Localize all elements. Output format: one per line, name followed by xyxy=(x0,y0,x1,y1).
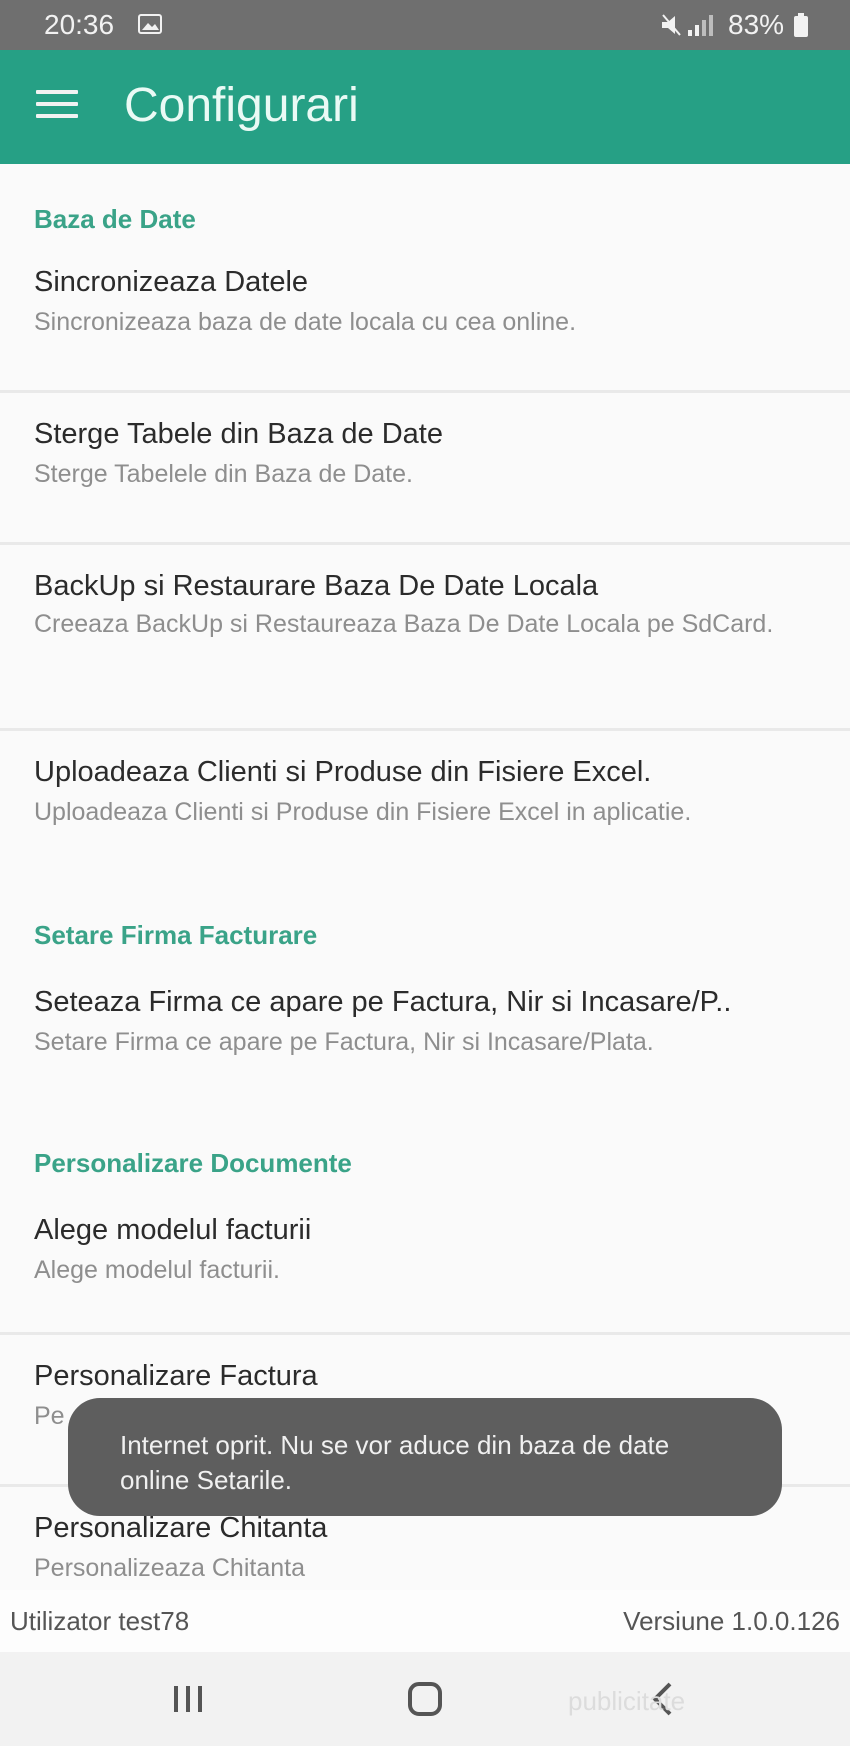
pref-invoice-model[interactable]: Alege modelul facturii Alege modelul fac… xyxy=(0,1204,850,1304)
app-bar: Configurari xyxy=(0,50,850,164)
battery-icon xyxy=(794,13,808,37)
battery-percentage: 83% xyxy=(728,9,785,40)
page-title: Configurari xyxy=(124,79,359,132)
pref-summary: Sincronizeaza baza de date locala cu cea… xyxy=(34,308,577,336)
settings-list[interactable]: Baza de Date Sincronizeaza Datele Sincro… xyxy=(0,164,850,1590)
pref-sync-data[interactable]: Sincronizeaza Datele Sincronizeaza baza … xyxy=(0,254,850,354)
home-icon[interactable] xyxy=(406,1680,444,1718)
section-header-company: Setare Firma Facturare xyxy=(34,920,318,950)
toast-message: Internet oprit. Nu se vor aduce din baza… xyxy=(68,1398,782,1516)
hamburger-menu-icon[interactable] xyxy=(36,90,78,124)
pref-title: BackUp si Restaurare Baza De Date Locala xyxy=(34,570,599,602)
gallery-icon xyxy=(138,14,162,34)
pref-summary: Alege modelul facturii. xyxy=(34,1256,280,1284)
footer-version: Versiune 1.0.0.126 xyxy=(623,1606,840,1636)
pref-title: Uploadeaza Clienti si Produse din Fisier… xyxy=(34,756,652,788)
divider xyxy=(0,1332,850,1335)
signal-icon xyxy=(662,14,713,36)
pref-upload-excel[interactable]: Uploadeaza Clienti si Produse din Fisier… xyxy=(0,742,850,842)
pref-title: Personalizare Factura xyxy=(34,1360,318,1392)
pref-backup-restore[interactable]: BackUp si Restaurare Baza De Date Locala… xyxy=(0,556,850,686)
pref-title: Personalizare Chitanta xyxy=(34,1512,328,1544)
status-bar: 20:36 83% xyxy=(0,0,850,50)
footer-user: Utilizator test78 xyxy=(10,1606,190,1636)
pref-title: Seteaza Firma ce apare pe Factura, Nir s… xyxy=(34,986,732,1018)
pref-summary: Uploadeaza Clienti si Produse din Fisier… xyxy=(34,798,692,826)
pref-title: Sincronizeaza Datele xyxy=(34,266,309,298)
status-time: 20:36 xyxy=(44,9,115,40)
pref-set-company[interactable]: Seteaza Firma ce apare pe Factura, Nir s… xyxy=(0,974,850,1074)
pref-summary: Creeaza BackUp si Restaureaza Baza De Da… xyxy=(34,610,774,638)
system-nav-bar xyxy=(0,1652,850,1746)
divider xyxy=(0,728,850,731)
pref-title: Sterge Tabele din Baza de Date xyxy=(34,418,443,450)
pref-summary: Sterge Tabelele din Baza de Date. xyxy=(34,460,413,488)
section-header-documents: Personalizare Documente xyxy=(34,1148,352,1178)
pref-summary: Setare Firma ce apare pe Factura, Nir si… xyxy=(34,1028,654,1056)
pref-delete-tables[interactable]: Sterge Tabele din Baza de Date Sterge Ta… xyxy=(0,404,850,504)
divider xyxy=(0,542,850,545)
watermark: publicitate xyxy=(568,1686,686,1716)
footer-bar: Utilizator test78 Versiune 1.0.0.126 xyxy=(0,1590,850,1652)
section-header-database: Baza de Date xyxy=(34,204,196,234)
divider xyxy=(0,390,850,393)
pref-title: Alege modelul facturii xyxy=(34,1214,312,1246)
recent-apps-icon[interactable] xyxy=(170,1682,206,1716)
pref-summary: Personalizeaza Chitanta xyxy=(34,1554,305,1582)
